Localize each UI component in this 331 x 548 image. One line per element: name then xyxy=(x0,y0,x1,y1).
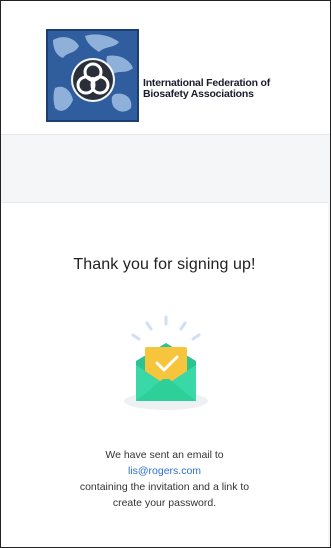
header: International Federation of Biosafety As… xyxy=(1,1,330,135)
brand-logo[interactable]: International Federation of Biosafety As… xyxy=(45,28,285,124)
email-address-link[interactable]: lis@rogers.com xyxy=(1,463,328,479)
brand-name: International Federation of Biosafety As… xyxy=(143,78,293,100)
envelope-check-icon xyxy=(124,315,208,410)
message-line4: create your password. xyxy=(112,497,217,509)
page-title: Thank you for signing up! xyxy=(73,256,256,273)
message-line3: containing the invitation and a link to xyxy=(79,481,250,493)
signup-confirmation-card: Thank you for signing up! We have sent a… xyxy=(1,202,328,547)
confirmation-message: We have sent an email to lis@rogers.com … xyxy=(1,447,328,511)
message-line1: We have sent an email to xyxy=(105,449,224,461)
biohazard-globe-icon xyxy=(46,29,139,122)
page-frame: International Federation of Biosafety As… xyxy=(0,0,331,548)
brand-name-line2: Biosafety Associations xyxy=(143,88,254,100)
